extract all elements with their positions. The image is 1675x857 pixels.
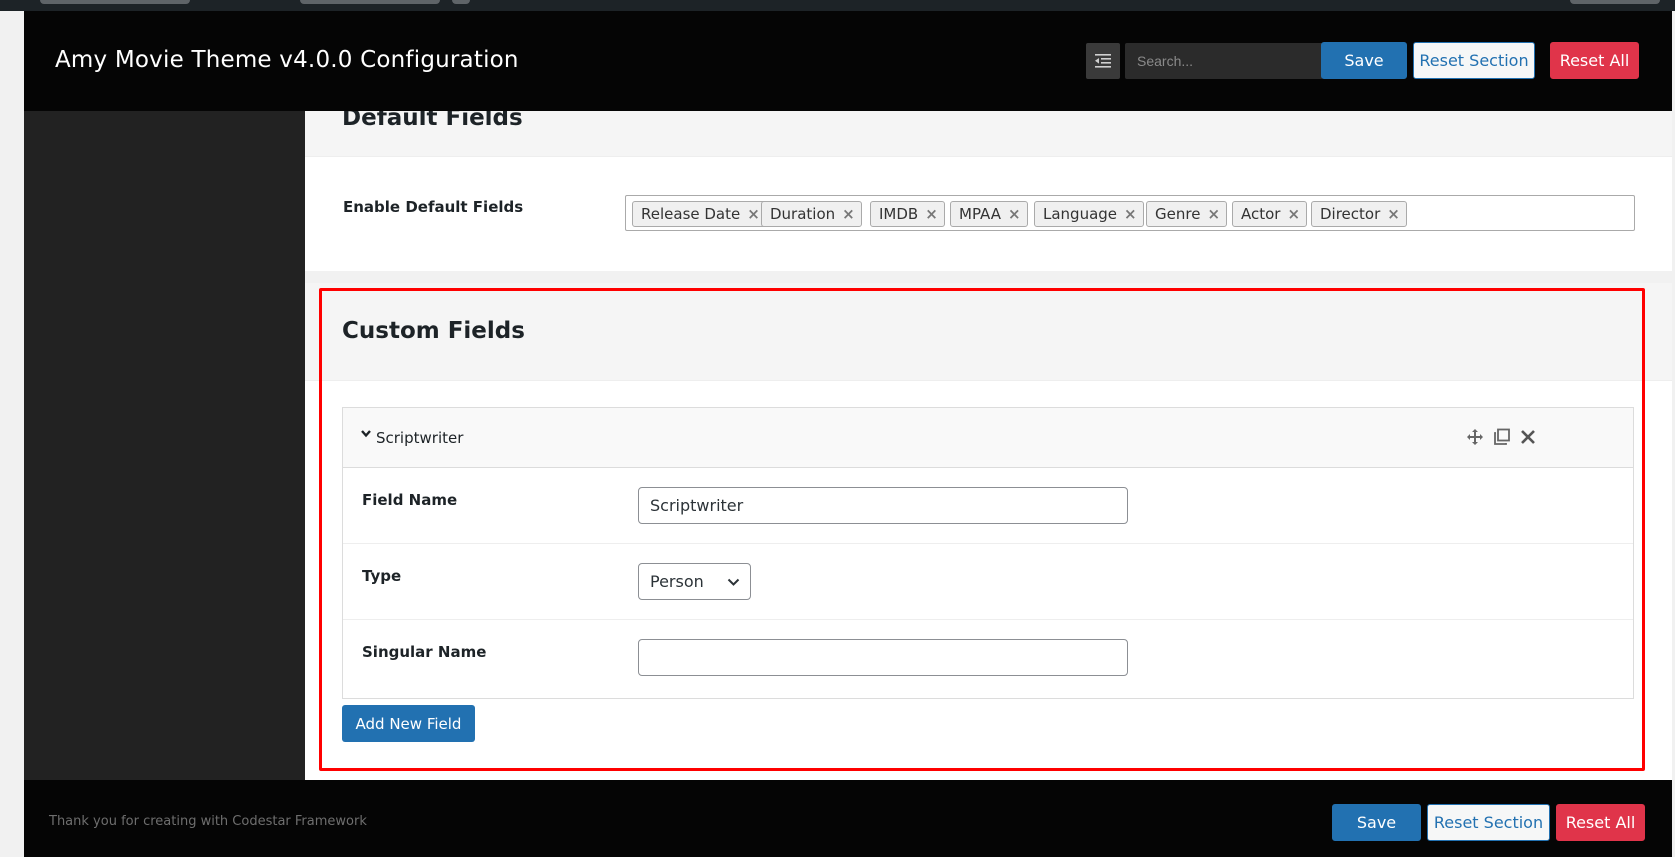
type-label: Type: [362, 567, 402, 585]
remove-tag-icon[interactable]: ×: [747, 205, 760, 223]
tag-label: Release Date: [641, 205, 741, 223]
options-header: Amy Movie Theme v4.0.0 Configuration Sav…: [24, 11, 1672, 111]
section-heading-custom-fields: Custom Fields: [305, 283, 1672, 381]
remove-tag-icon[interactable]: ×: [1287, 205, 1300, 223]
save-button[interactable]: Save: [1321, 42, 1407, 79]
page-background: [0, 11, 24, 857]
tag-label: IMDB: [879, 205, 919, 223]
tag-label: Actor: [1241, 205, 1281, 223]
type-select-value: Person: [650, 572, 704, 591]
group-header[interactable]: Scriptwriter: [343, 408, 1633, 468]
field-row-field-name: Field Name: [343, 468, 1633, 544]
tag-label: Director: [1320, 205, 1381, 223]
remove-tag-icon[interactable]: ×: [925, 205, 938, 223]
reset-all-button[interactable]: Reset All: [1550, 42, 1639, 79]
admin-bar-fragment: [452, 0, 470, 4]
singular-name-input[interactable]: [638, 639, 1128, 676]
footer-reset-all-button[interactable]: Reset All: [1556, 804, 1645, 841]
admin-bar-fragment: [1570, 0, 1660, 4]
tag-label: MPAA: [959, 205, 1001, 223]
custom-field-group: Scriptwriter Field Name Type Person: [342, 407, 1634, 699]
remove-tag-icon[interactable]: ×: [842, 205, 855, 223]
section-separator: [305, 271, 1672, 283]
clone-icon[interactable]: [1493, 428, 1511, 446]
chevron-down-icon: [727, 578, 740, 586]
group-title: Scriptwriter: [376, 429, 464, 447]
page-title: Amy Movie Theme v4.0.0 Configuration: [55, 47, 519, 73]
remove-icon[interactable]: [1519, 428, 1537, 446]
options-sidebar: [24, 111, 305, 780]
section-heading-text: Custom Fields: [342, 318, 525, 344]
field-row-type: Type Person: [343, 544, 1633, 620]
field-name-label: Field Name: [362, 491, 458, 509]
tag-chip: Language ×: [1034, 201, 1144, 227]
footer-credit: Thank you for creating with Codestar Fra…: [49, 814, 367, 829]
singular-name-label: Singular Name: [362, 643, 487, 661]
tag-chip: MPAA ×: [950, 201, 1028, 227]
type-select[interactable]: Person: [638, 563, 751, 600]
move-icon[interactable]: [1466, 428, 1484, 446]
footer-save-button[interactable]: Save: [1332, 804, 1421, 841]
tag-chip: Genre ×: [1146, 201, 1228, 227]
remove-tag-icon[interactable]: ×: [1008, 205, 1021, 223]
section-heading-default-fields: Default Fields: [305, 111, 1672, 157]
section-heading-text: Default Fields: [342, 111, 523, 131]
tag-chip: Director ×: [1311, 201, 1407, 227]
expand-all-button[interactable]: [1086, 43, 1120, 79]
expand-collapse-icon: [1095, 54, 1111, 68]
wp-admin-bar: [0, 0, 1675, 11]
tag-chip: Duration ×: [761, 201, 862, 227]
options-footer: Thank you for creating with Codestar Fra…: [24, 780, 1672, 857]
tag-label: Genre: [1155, 205, 1201, 223]
remove-tag-icon[interactable]: ×: [1387, 205, 1400, 223]
tag-label: Duration: [770, 205, 836, 223]
search-input[interactable]: [1125, 43, 1323, 79]
default-fields-select[interactable]: Release Date × Duration × IMDB × MPAA × Lang…: [625, 195, 1635, 231]
admin-bar-fragment: [40, 0, 190, 4]
remove-tag-icon[interactable]: ×: [1207, 205, 1220, 223]
tag-chip: Release Date ×: [632, 201, 767, 227]
chevron-down-icon: [361, 430, 371, 438]
field-row-singular-name: Singular Name: [343, 620, 1633, 696]
tag-chip: Actor ×: [1232, 201, 1308, 227]
tag-chip: IMDB ×: [870, 201, 945, 227]
options-content: Default Fields Enable Default Fields Rel…: [305, 111, 1672, 780]
reset-section-button[interactable]: Reset Section: [1413, 42, 1535, 79]
field-name-input[interactable]: [638, 487, 1128, 524]
admin-bar-fragment: [300, 0, 440, 4]
footer-reset-section-button[interactable]: Reset Section: [1427, 804, 1550, 841]
add-new-field-button[interactable]: Add New Field: [342, 705, 475, 742]
field-label: Enable Default Fields: [343, 198, 524, 216]
tag-label: Language: [1043, 205, 1118, 223]
remove-tag-icon[interactable]: ×: [1124, 205, 1137, 223]
